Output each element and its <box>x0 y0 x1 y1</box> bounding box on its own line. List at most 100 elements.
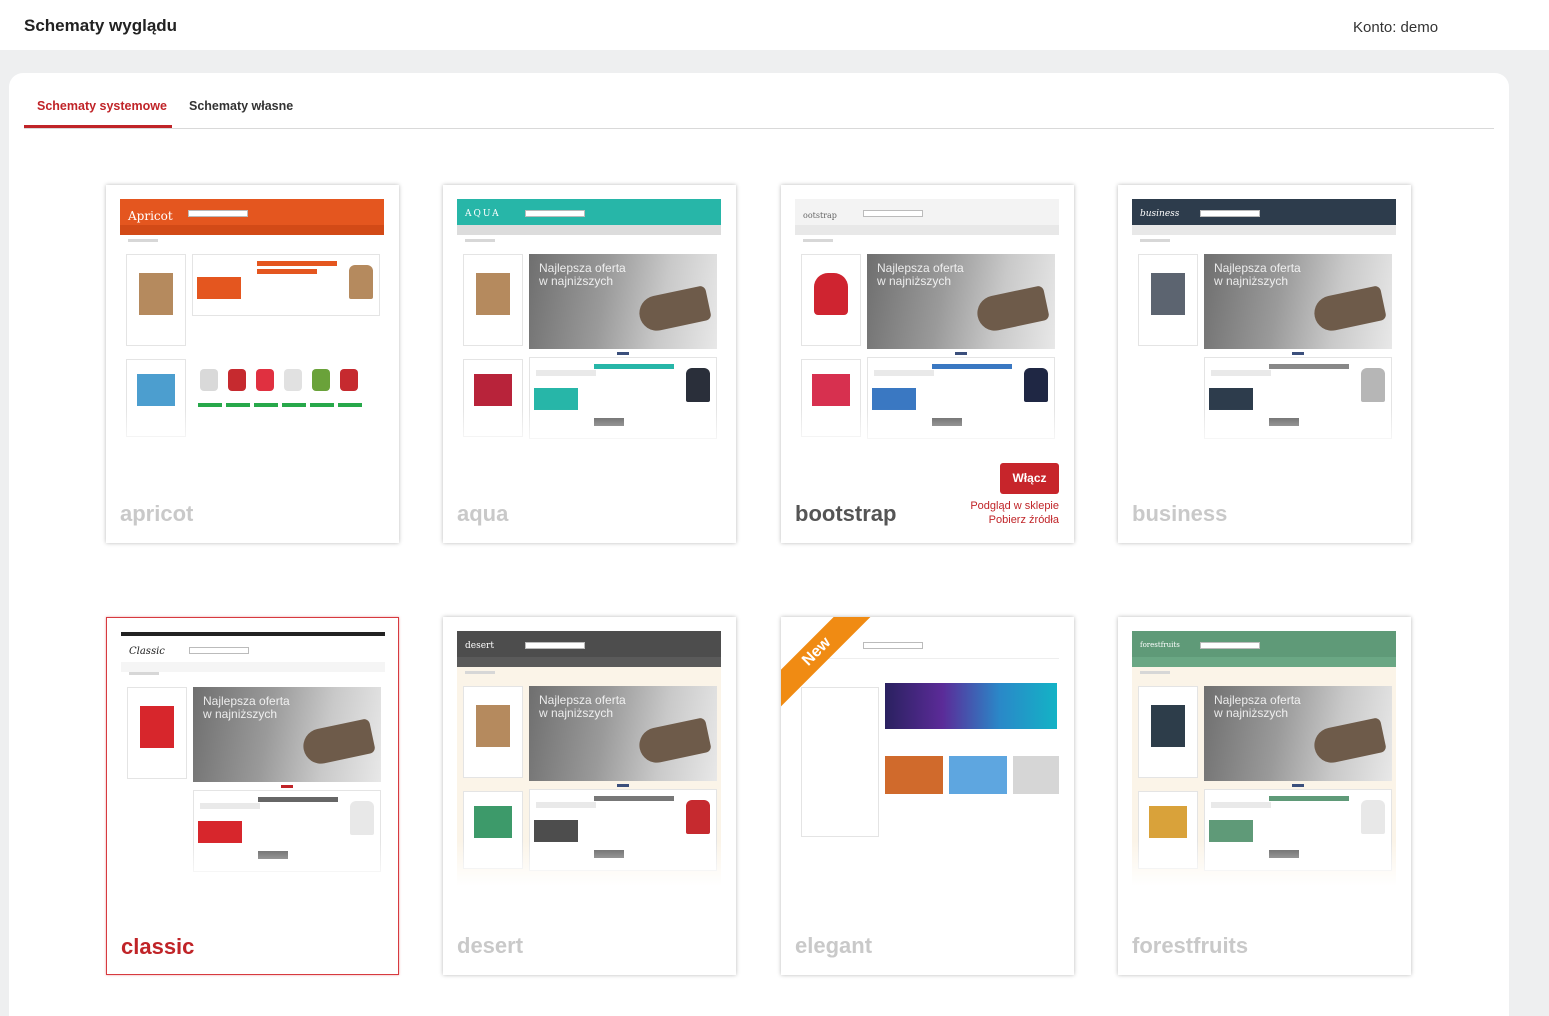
top-bar: Schematy wyglądu Konto: demo <box>0 0 1549 50</box>
preview-header: AQUA <box>457 199 721 235</box>
preview-breadcrumb <box>465 239 495 242</box>
preview-product-subtitle <box>257 269 317 274</box>
preview-banner: Najlepsza oferta w najniższych <box>867 254 1055 349</box>
preview-product-image <box>814 273 848 315</box>
tab-system-schemes[interactable]: Schematy systemowe <box>37 99 167 113</box>
row <box>536 802 596 808</box>
theme-card-desert[interactable]: desert Najlepsza oferta w najniższych des… <box>443 617 736 975</box>
tab-own-schemes[interactable]: Schematy własne <box>189 99 293 113</box>
preview-product-thumb <box>350 801 374 835</box>
preview-in-store-link[interactable]: Podgląd w sklepie <box>970 500 1059 512</box>
preview-banner <box>885 683 1057 729</box>
theme-card-aqua[interactable]: AQUA Najlepsza oferta w najniższych aqua <box>443 185 736 543</box>
grid-item <box>200 369 218 391</box>
theme-name: elegant <box>795 933 873 958</box>
preview-logo: ootstrap <box>803 211 837 220</box>
theme-card-apricot[interactable]: Apricot apricot <box>106 185 399 543</box>
preview-search <box>188 210 248 217</box>
preview-promo-box <box>463 254 523 346</box>
preview-search <box>189 647 249 654</box>
preview-product-title <box>932 364 1012 369</box>
preview-header: desert <box>457 631 721 667</box>
preview-slider-dots <box>617 352 629 355</box>
preview-search <box>863 210 923 217</box>
grid-item <box>256 369 274 391</box>
preview-fade <box>457 409 721 459</box>
theme-card-business[interactable]: business Najlepsza oferta w najniższych b… <box>1118 185 1411 543</box>
preview-fade <box>121 842 385 892</box>
theme-name: aqua <box>457 501 509 526</box>
preview-product-title <box>257 261 337 266</box>
theme-preview-classic: Classic Najlepsza oferta w najniższych <box>121 632 385 892</box>
preview-logo: business <box>1140 209 1180 219</box>
theme-preview-aqua: AQUA Najlepsza oferta w najniższych <box>457 199 721 459</box>
preview-highlight <box>198 821 242 843</box>
preview-slider-dots <box>1292 784 1304 787</box>
theme-name: classic <box>121 934 195 959</box>
preview-product-image <box>474 806 512 838</box>
preview-tile <box>1013 756 1059 794</box>
grid-button <box>254 403 278 407</box>
preview-fade <box>1132 409 1396 459</box>
theme-card-bootstrap[interactable]: ootstrap Najlepsza oferta w najniższych W… <box>781 185 1074 543</box>
theme-card-forestfruits[interactable]: forestfruits Najlepsza oferta w najniższy… <box>1118 617 1411 975</box>
theme-card-elegant[interactable]: New elegant <box>781 617 1074 975</box>
preview-breadcrumb <box>128 239 158 242</box>
preview-product-image <box>139 273 173 315</box>
preview-nav <box>457 657 721 667</box>
preview-product-image <box>137 374 175 406</box>
preview-nav <box>1132 225 1396 235</box>
theme-name: business <box>1132 501 1228 526</box>
preview-logo: desert <box>465 641 494 651</box>
grid-item <box>228 369 246 391</box>
preview-fade <box>457 841 721 891</box>
preview-product-thumb <box>686 800 710 834</box>
preview-nav <box>1132 657 1396 667</box>
preview-header: Classic <box>121 632 385 672</box>
preview-search <box>1200 642 1260 649</box>
preview-promo-box <box>126 254 186 346</box>
preview-slider-dots <box>617 784 629 787</box>
preview-highlight <box>1209 388 1253 410</box>
preview-slider-dots <box>1292 352 1304 355</box>
preview-fade <box>795 841 1059 891</box>
preview-product-box <box>192 254 380 316</box>
grid-button <box>226 403 250 407</box>
grid-button <box>282 403 306 407</box>
row <box>536 370 596 376</box>
preview-product-image <box>476 273 510 315</box>
preview-logo: AQUA <box>465 209 501 219</box>
enable-button[interactable]: Włącz <box>1000 463 1059 494</box>
preview-product-thumb <box>1361 800 1385 834</box>
grid-button <box>198 403 222 407</box>
preview-breadcrumb <box>129 672 159 675</box>
preview-product-image <box>812 374 850 406</box>
preview-product-image <box>1151 273 1185 315</box>
page-title: Schematy wyglądu <box>24 16 178 35</box>
preview-logo: forestfruits <box>1140 641 1180 649</box>
preview-nav <box>121 662 385 672</box>
themes-panel: Schematy systemowe Schematy własne Apric… <box>9 73 1509 1016</box>
grid-item <box>312 369 330 391</box>
preview-highlight <box>872 388 916 410</box>
preview-banner: Najlepsza oferta w najniższych <box>529 686 717 781</box>
preview-logo: Apricot <box>128 209 173 223</box>
preview-banner: Najlepsza oferta w najniższych <box>1204 686 1392 781</box>
preview-product-title <box>1269 364 1349 369</box>
preview-breadcrumb <box>465 671 495 674</box>
preview-highlight <box>197 277 241 299</box>
download-sources-link[interactable]: Pobierz źródła <box>989 514 1059 526</box>
preview-product-image <box>1149 806 1187 838</box>
preview-fade <box>795 409 1059 459</box>
theme-name: forestfruits <box>1132 933 1249 958</box>
preview-search <box>1200 210 1260 217</box>
theme-card-classic[interactable]: Classic Najlepsza oferta w najniższych cl… <box>106 617 399 975</box>
preview-header: business <box>1132 199 1396 235</box>
preview-product-title <box>594 796 674 801</box>
preview-product-image <box>140 706 174 748</box>
account-label[interactable]: Konto: demo <box>1353 19 1438 36</box>
preview-breadcrumb <box>1140 239 1170 242</box>
preview-product-thumb <box>1024 368 1048 402</box>
row <box>874 370 934 376</box>
theme-name: bootstrap <box>795 501 897 526</box>
